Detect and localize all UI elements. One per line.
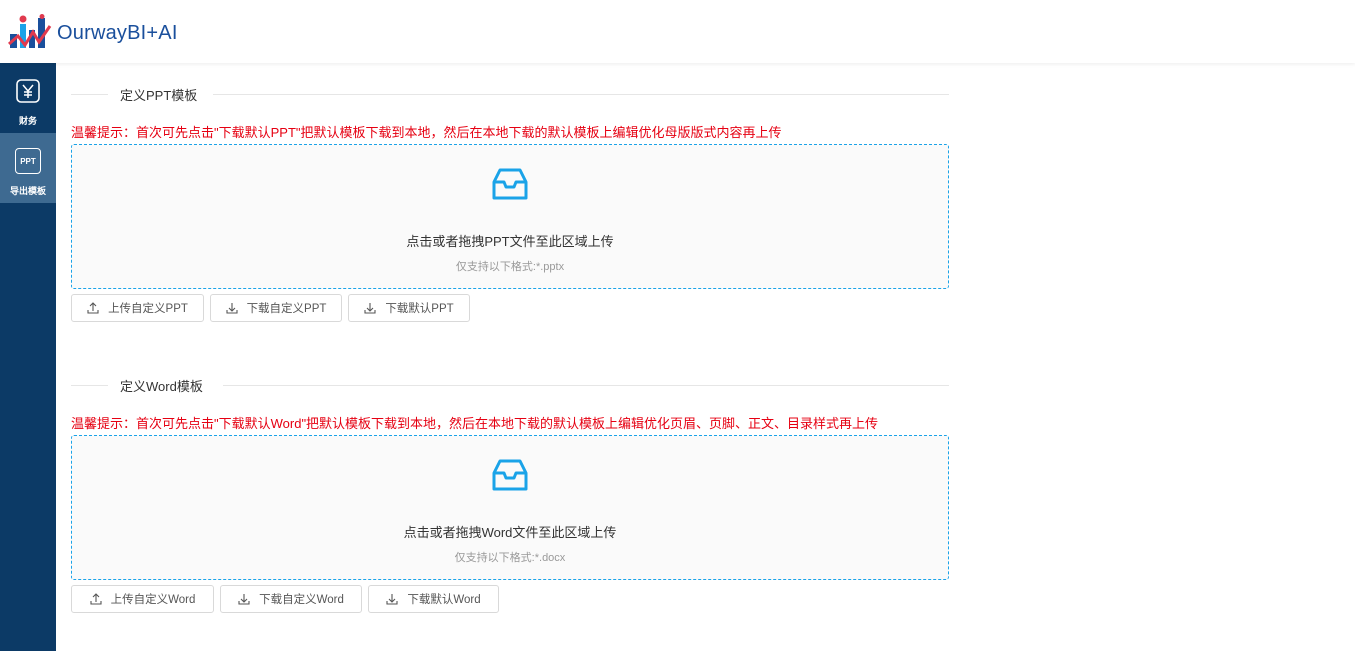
- upload-hint: 仅支持以下格式:*.docx: [454, 552, 566, 564]
- upload-text: 点击或者拖拽PPT文件至此区域上传: [406, 234, 614, 249]
- download-default-ppt-button[interactable]: 下载默认PPT: [348, 294, 470, 322]
- upload-icon: [87, 302, 99, 314]
- logo-icon: [8, 14, 52, 48]
- section-divider: 定义Word模板: [71, 375, 949, 395]
- warning-tip: 温馨提示：首次可先点击"下载默认PPT"把默认模板下载到本地，然后在本地下载的默…: [71, 125, 782, 140]
- warning-tip: 温馨提示：首次可先点击"下载默认Word"把默认模板下载到本地，然后在本地下载的…: [71, 416, 879, 431]
- upload-text: 点击或者拖拽Word文件至此区域上传: [403, 525, 617, 540]
- section-title: 定义Word模板: [120, 376, 203, 395]
- upload-icon: [90, 593, 102, 605]
- upload-custom-ppt-button[interactable]: 上传自定义PPT: [71, 294, 204, 322]
- word-upload-dropzone[interactable]: 点击或者拖拽Word文件至此区域上传 仅支持以下格式:*.docx: [71, 435, 949, 580]
- inbox-icon: [492, 459, 528, 491]
- main-content: 定义PPT模板 温馨提示：首次可先点击"下载默认PPT"把默认模板下载到本地，然…: [56, 63, 1355, 651]
- word-button-row: 上传自定义Word 下载自定义Word 下载默认Word: [71, 585, 949, 613]
- ppt-icon: PPT: [15, 148, 41, 174]
- sidebar-item-export-template[interactable]: PPT 导出模板: [0, 133, 56, 203]
- sidebar-item-label: 财务: [18, 116, 37, 126]
- download-custom-ppt-button[interactable]: 下载自定义PPT: [210, 294, 342, 322]
- upload-custom-word-button[interactable]: 上传自定义Word: [71, 585, 214, 613]
- download-icon: [364, 303, 376, 314]
- download-custom-word-button[interactable]: 下载自定义Word: [220, 585, 362, 613]
- app-title: OurwayBI+AI: [57, 21, 178, 44]
- sidebar: 财务 PPT 导出模板: [0, 63, 56, 651]
- download-default-word-button[interactable]: 下载默认Word: [368, 585, 499, 613]
- section-divider: 定义PPT模板: [71, 84, 949, 104]
- download-icon: [226, 303, 238, 314]
- sidebar-item-label: 导出模板: [9, 186, 46, 196]
- ppt-template-section: 定义PPT模板 温馨提示：首次可先点击"下载默认PPT"把默认模板下载到本地，然…: [71, 84, 949, 322]
- ppt-button-row: 上传自定义PPT 下载自定义PPT 下载默认PPT: [71, 294, 949, 322]
- download-icon: [238, 594, 250, 605]
- top-bar: OurwayBI+AI: [0, 0, 1355, 63]
- yuan-icon: [16, 79, 40, 103]
- sidebar-item-finance[interactable]: 财务: [0, 63, 56, 133]
- word-template-section: 定义Word模板 温馨提示：首次可先点击"下载默认Word"把默认模板下载到本地…: [71, 375, 949, 613]
- upload-hint: 仅支持以下格式:*.pptx: [455, 261, 565, 273]
- section-title: 定义PPT模板: [120, 85, 198, 104]
- app-logo[interactable]: OurwayBI+AI: [8, 14, 178, 52]
- ppt-upload-dropzone[interactable]: 点击或者拖拽PPT文件至此区域上传 仅支持以下格式:*.pptx: [71, 144, 949, 289]
- download-icon: [386, 594, 398, 605]
- inbox-icon: [492, 168, 528, 200]
